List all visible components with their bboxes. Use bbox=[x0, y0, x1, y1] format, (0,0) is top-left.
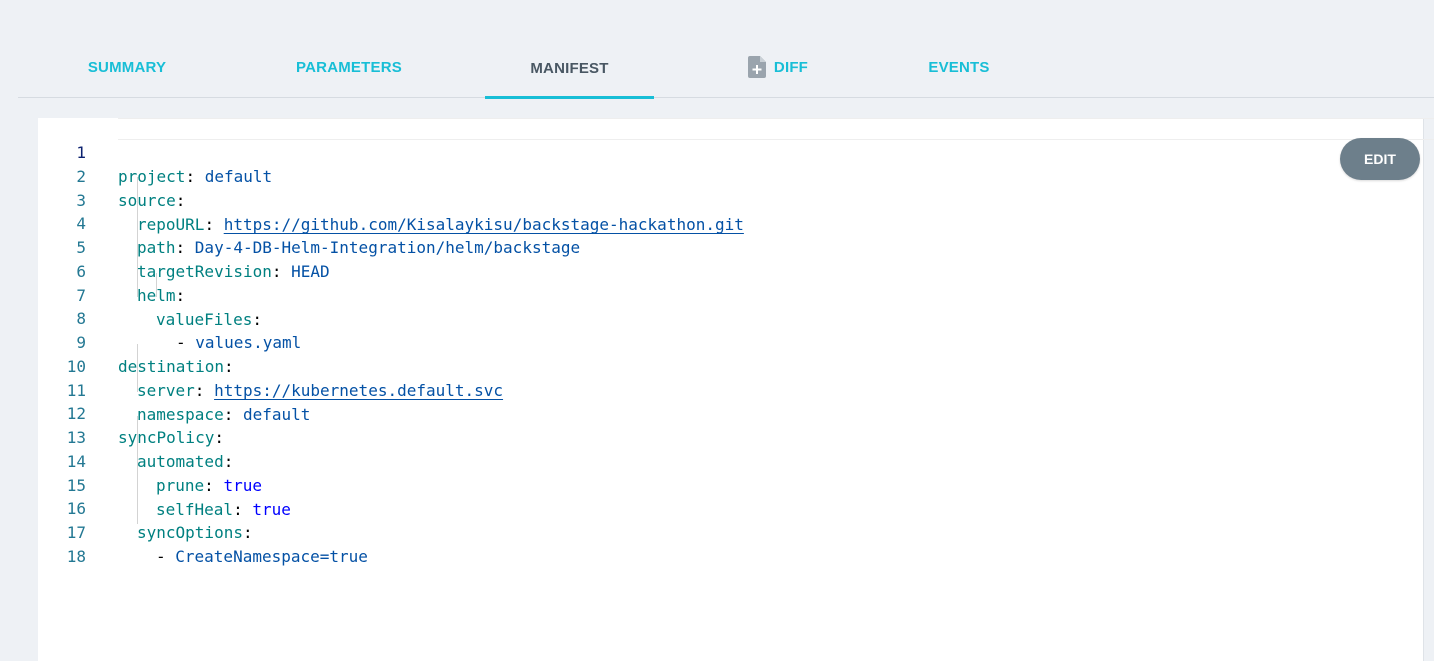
code-line: 16 syncOptions: bbox=[38, 473, 1423, 542]
code-line: 13 automated: bbox=[38, 402, 1423, 471]
manifest-editor[interactable]: 1 project: default 2 source: 3 repoURL: … bbox=[38, 117, 1434, 661]
code-line: 12 syncPolicy: bbox=[38, 378, 1423, 447]
tab-manifest-label: MANIFEST bbox=[530, 60, 609, 77]
tab-events-label: EVENTS bbox=[928, 58, 990, 76]
tab-summary-label: SUMMARY bbox=[87, 58, 167, 76]
tab-events[interactable]: EVENTS bbox=[908, 38, 1010, 96]
tab-diff[interactable]: DIFF bbox=[718, 38, 838, 96]
tab-parameters-label: PARAMETERS bbox=[296, 58, 402, 76]
tab-manifest[interactable]: MANIFEST bbox=[485, 38, 654, 99]
code-line: 2 source: bbox=[38, 141, 1423, 210]
line-number: 18 bbox=[66, 547, 86, 566]
tab-parameters[interactable]: PARAMETERS bbox=[278, 38, 420, 96]
code-line: 18 bbox=[38, 521, 1423, 566]
code-line: 14 prune: true bbox=[38, 426, 1423, 495]
code-line: 7 valueFiles: bbox=[38, 260, 1423, 329]
code-line: 9 destination: bbox=[38, 307, 1423, 376]
code-line: 17 - CreateNamespace=true bbox=[38, 497, 1423, 566]
edit-button[interactable]: EDIT bbox=[1340, 138, 1420, 180]
yaml-dash: - bbox=[156, 547, 176, 566]
code-line: 5 targetRevision: HEAD bbox=[38, 212, 1423, 281]
code-line: 11 namespace: default bbox=[38, 355, 1423, 424]
yaml-value: CreateNamespace=true bbox=[175, 547, 368, 566]
code-line: 8 - values.yaml bbox=[38, 283, 1423, 352]
code-line: 4 path: Day-4-DB-Helm-Integration/helm/b… bbox=[38, 188, 1423, 257]
tab-bar: SUMMARY PARAMETERS MANIFEST DIFF EVENTS bbox=[18, 38, 1434, 99]
code-line: 1 project: default bbox=[38, 117, 1423, 186]
code-line: 3 repoURL: https://github.com/Kisalaykis… bbox=[38, 165, 1423, 234]
tab-summary[interactable]: SUMMARY bbox=[68, 38, 186, 96]
file-plus-icon bbox=[747, 56, 766, 78]
tab-diff-label: DIFF bbox=[773, 58, 809, 76]
code-line: 6 helm: bbox=[38, 236, 1423, 305]
code-line: 10 server: https://kubernetes.default.sv… bbox=[38, 331, 1423, 400]
code-line: 15 selfHeal: true bbox=[38, 450, 1423, 519]
